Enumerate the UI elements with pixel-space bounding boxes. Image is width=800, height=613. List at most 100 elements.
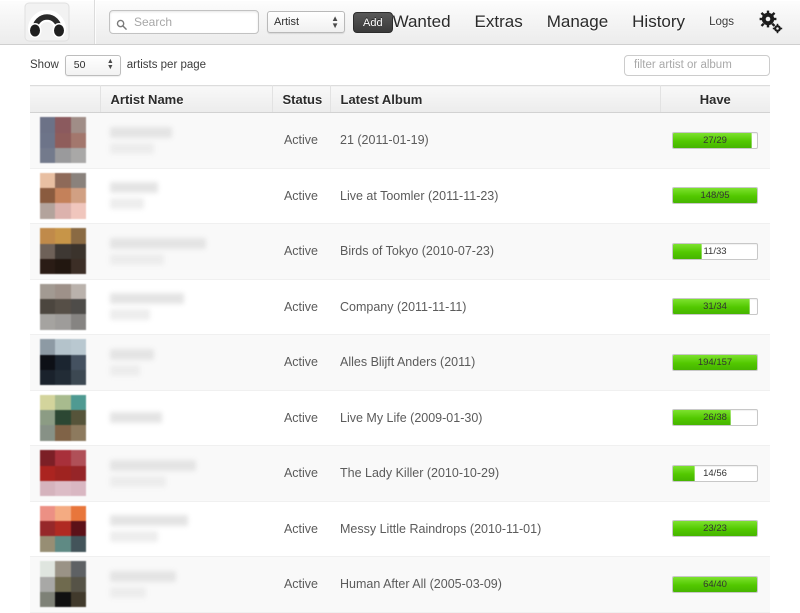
- thumbnail-pixel: [55, 505, 71, 522]
- thumbnail-pixel: [40, 339, 56, 355]
- nav-item-extras[interactable]: Extras: [475, 12, 523, 32]
- thumbnail-pixel: [70, 505, 86, 522]
- latest-album-title[interactable]: Human After All (2005-03-09): [330, 556, 660, 613]
- artist-thumbnail[interactable]: [40, 450, 86, 497]
- nav-item-wanted[interactable]: Wanted: [393, 12, 451, 32]
- latest-album-title[interactable]: Alles Blijft Anders (2011): [330, 334, 660, 391]
- artist-status: Active: [272, 501, 330, 557]
- thumbnail-pixel: [40, 299, 56, 315]
- table-row[interactable]: Active Company (2011-11-11) 31/34: [30, 279, 770, 335]
- have-cell: 14/56: [660, 445, 770, 502]
- artist-thumbnail[interactable]: [40, 505, 86, 552]
- artist-status: Active: [272, 556, 330, 613]
- redaction-block: [110, 364, 140, 376]
- latest-album-title[interactable]: Live at Toomler (2011-11-23): [330, 168, 660, 224]
- artist-artwork-cell: [30, 501, 100, 557]
- search-box[interactable]: [108, 10, 259, 34]
- have-cell: 194/157: [660, 334, 770, 391]
- artist-name-cell[interactable]: [100, 445, 272, 502]
- filter-box[interactable]: [624, 54, 770, 76]
- thumbnail-pixel: [55, 147, 71, 164]
- filter-input[interactable]: [632, 58, 762, 72]
- nav-item-manage[interactable]: Manage: [547, 12, 608, 32]
- thumbnail-pixel: [55, 299, 71, 315]
- artist-name-cell[interactable]: [100, 279, 272, 335]
- artist-thumbnail[interactable]: [40, 172, 86, 219]
- artist-name-redacted: [110, 412, 262, 424]
- redaction-block: [110, 459, 196, 471]
- search-input[interactable]: [131, 14, 252, 30]
- thumbnail-pixel: [40, 314, 56, 330]
- table-row[interactable]: Active 21 (2011-01-19) 27/29: [30, 112, 770, 169]
- redaction-block: [110, 586, 146, 598]
- column-header-artwork[interactable]: [30, 85, 101, 113]
- per-page-select[interactable]: 50 ▲ ▼: [64, 54, 121, 76]
- table-header-row: Artist Name Status Latest Album Have: [30, 85, 770, 113]
- column-header-status[interactable]: Status: [272, 85, 331, 113]
- thumbnail-pixel: [55, 465, 71, 481]
- thumbnail-pixel: [70, 561, 86, 577]
- artist-name-cell[interactable]: [100, 168, 272, 224]
- artist-thumbnail[interactable]: [40, 117, 86, 164]
- redaction-block: [110, 253, 164, 265]
- latest-album-title[interactable]: Birds of Tokyo (2010-07-23): [330, 223, 660, 280]
- artist-name-cell[interactable]: [100, 501, 272, 557]
- artist-name-cell[interactable]: [100, 556, 272, 613]
- nav-item-history[interactable]: History: [632, 12, 685, 32]
- redaction-block: [110, 198, 144, 210]
- artist-name-cell[interactable]: [100, 334, 272, 391]
- artist-name-redacted: [110, 237, 262, 265]
- artist-status: Active: [272, 168, 330, 224]
- nav-item-logs[interactable]: Logs: [709, 16, 734, 28]
- thumbnail-pixel: [70, 147, 86, 164]
- column-header-latest-album[interactable]: Latest Album: [330, 85, 661, 113]
- table-row[interactable]: Active Human After All (2005-03-09) 64/40: [30, 556, 770, 613]
- thumbnail-pixel: [55, 283, 71, 300]
- thumbnail-pixel: [70, 394, 86, 411]
- artist-artwork-cell: [30, 556, 100, 613]
- table-row[interactable]: Active Live My Life (2009-01-30) 26/38: [30, 390, 770, 446]
- per-page-value: 50: [73, 59, 86, 71]
- column-header-have[interactable]: Have: [660, 85, 770, 113]
- table-row[interactable]: Active The Lady Killer (2010-10-29) 14/56: [30, 445, 770, 502]
- redaction-block: [110, 515, 188, 527]
- thumbnail-pixel: [40, 591, 56, 608]
- table-row[interactable]: Active Birds of Tokyo (2010-07-23) 11/33: [30, 223, 770, 280]
- have-progress-bar: 14/56: [672, 464, 758, 482]
- have-progress-label: 14/56: [703, 467, 727, 479]
- table-row[interactable]: Active Alles Blijft Anders (2011) 194/157: [30, 334, 770, 391]
- artist-thumbnail[interactable]: [40, 283, 86, 330]
- artist-name-cell[interactable]: [100, 223, 272, 280]
- thumbnail-pixel: [70, 410, 86, 426]
- add-button[interactable]: Add: [352, 11, 393, 33]
- artist-name-cell[interactable]: [100, 390, 272, 446]
- have-cell: 64/40: [660, 556, 770, 613]
- thumbnail-pixel: [55, 228, 71, 244]
- artist-artwork-cell: [30, 112, 100, 169]
- latest-album-title[interactable]: Messy Little Raindrops (2010-11-01): [330, 501, 660, 557]
- latest-album-title[interactable]: The Lady Killer (2010-10-29): [330, 445, 660, 502]
- headphones-logo[interactable]: [24, 2, 70, 42]
- artist-thumbnail[interactable]: [40, 339, 86, 386]
- have-progress-label: 27/29: [703, 134, 727, 146]
- thumbnail-pixel: [70, 354, 86, 370]
- thumbnail-pixel: [40, 536, 56, 552]
- top-header-bar: Artist ▲▼ Add Wanted Extras Manage Histo…: [0, 0, 800, 45]
- table-row[interactable]: Active Live at Toomler (2011-11-23) 148/95: [30, 168, 770, 224]
- table-row[interactable]: Active Messy Little Raindrops (2010-11-01…: [30, 501, 770, 557]
- artist-artwork-cell: [30, 390, 100, 446]
- thumbnail-pixel: [70, 465, 86, 481]
- column-header-artist-name[interactable]: Artist Name: [100, 85, 273, 113]
- thumbnail-pixel: [55, 394, 71, 411]
- gear-icon[interactable]: [758, 9, 784, 35]
- artist-thumbnail[interactable]: [40, 394, 86, 441]
- search-type-select[interactable]: Artist ▲ ▼: [266, 11, 345, 33]
- latest-album-title[interactable]: Live My Life (2009-01-30): [330, 390, 660, 446]
- latest-album-title[interactable]: Company (2011-11-11): [330, 279, 660, 335]
- artist-name-cell[interactable]: [100, 112, 272, 169]
- thumbnail-pixel: [70, 203, 86, 219]
- artist-thumbnail[interactable]: [40, 228, 86, 275]
- latest-album-title[interactable]: 21 (2011-01-19): [330, 112, 660, 169]
- artist-name-redacted: [110, 570, 262, 598]
- artist-thumbnail[interactable]: [40, 561, 86, 608]
